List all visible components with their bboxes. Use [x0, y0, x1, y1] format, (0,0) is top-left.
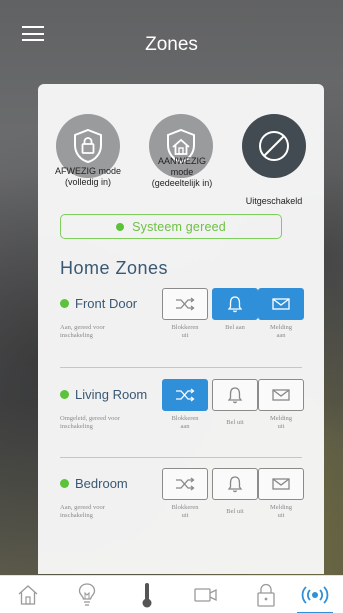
disabled-mode-button[interactable]: [242, 114, 306, 178]
thermometer-icon: [142, 583, 152, 608]
security-icon: [301, 586, 329, 604]
zone-name: Front Door: [60, 296, 137, 311]
home-mode-label: AANWEZIG mode (gedeeltelijk in): [151, 156, 213, 188]
ready-dot-icon: [60, 479, 69, 488]
divider: [60, 457, 302, 458]
notify-label: Melding uit: [269, 415, 293, 430]
lock-icon: [257, 583, 275, 607]
disabled-mode-label: Uitgeschakeld: [245, 196, 303, 206]
notify-button[interactable]: [258, 288, 304, 320]
chime-label: Bel uit: [226, 508, 244, 515]
bypass-button[interactable]: [162, 468, 208, 500]
zone-living-room: Living Room Omgeleid, gereed voor inscha…: [38, 379, 324, 467]
chime-label: Bel aan: [225, 324, 245, 331]
bell-icon: [227, 296, 243, 313]
bell-icon: [227, 387, 243, 404]
system-status: Systeem gereed: [60, 214, 282, 239]
divider: [60, 367, 302, 368]
zone-status-desc: Aan, gereed voor inschakeling: [60, 324, 105, 339]
chime-button[interactable]: [212, 379, 258, 411]
bypass-button[interactable]: [162, 379, 208, 411]
ready-dot-icon: [60, 299, 69, 308]
zone-name: Living Room: [60, 387, 147, 402]
notify-label: Melding uit: [269, 504, 293, 519]
ready-dot-icon: [60, 390, 69, 399]
chime-button[interactable]: [212, 288, 258, 320]
shuffle-icon: [176, 388, 195, 402]
bell-icon: [227, 476, 243, 493]
notify-button[interactable]: [258, 468, 304, 500]
envelope-icon: [272, 298, 290, 310]
zones-panel: AFWEZIG mode (volledig in) AANWEZIG mode…: [38, 84, 324, 574]
bypass-button[interactable]: [162, 288, 208, 320]
tab-locks[interactable]: [246, 579, 286, 611]
tab-lights[interactable]: [67, 579, 107, 611]
tab-security[interactable]: [295, 579, 335, 613]
bypass-label: Blokkeren aan: [171, 415, 199, 430]
envelope-icon: [272, 478, 290, 490]
shuffle-icon: [176, 297, 195, 311]
page-title: Zones: [145, 34, 198, 55]
system-status-text: Systeem gereed: [132, 219, 226, 234]
shuffle-icon: [176, 477, 195, 491]
bypass-label: Blokkeren uit: [171, 504, 199, 519]
tab-climate[interactable]: [127, 579, 167, 611]
zone-status-desc: Omgeleid, gereed voor inschakeling: [60, 415, 120, 430]
shield-lock-icon: [74, 128, 102, 164]
disabled-icon: [259, 131, 289, 161]
tab-home[interactable]: [8, 579, 48, 611]
zone-status-desc: Aan, gereed voor inschakeling: [60, 504, 105, 519]
camera-icon: [194, 588, 217, 602]
chime-label: Bel uit: [226, 419, 244, 426]
home-icon: [18, 585, 38, 605]
section-title: Home Zones: [60, 258, 169, 278]
zone-bedroom: Bedroom Aan, gereed voor inschakeling Bl…: [38, 468, 324, 556]
bottom-tab-bar: [0, 575, 343, 613]
tab-cameras[interactable]: [186, 579, 226, 611]
notify-button[interactable]: [258, 379, 304, 411]
envelope-icon: [272, 389, 290, 401]
ready-dot-icon: [116, 222, 125, 231]
chime-button[interactable]: [212, 468, 258, 500]
zone-front-door: Front Door Aan, gereed voor inschakeling…: [38, 288, 324, 376]
header: Zones: [0, 0, 343, 90]
bypass-label: Blokkeren uit: [171, 324, 199, 339]
bulb-icon: [78, 583, 96, 606]
zone-name: Bedroom: [60, 476, 128, 491]
notify-label: Melding aan: [269, 324, 293, 339]
